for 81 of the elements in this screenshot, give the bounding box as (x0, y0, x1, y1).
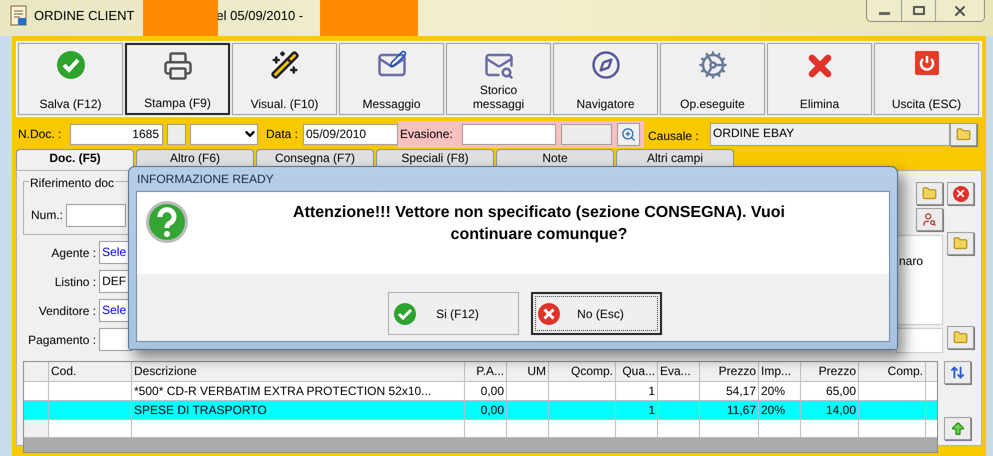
number-field[interactable] (66, 204, 126, 226)
evasion-extra-field[interactable] (561, 124, 612, 144)
table-cell: 54,17 (726, 384, 756, 398)
field-label: Causale : (648, 128, 700, 145)
printer-icon (162, 51, 192, 81)
field-label: Data : (266, 126, 300, 143)
remove-icon (952, 186, 968, 202)
magic-wand-icon (270, 50, 300, 80)
table-cell: 0,00 (480, 384, 504, 398)
toolbar-button[interactable]: Navigatore (553, 43, 658, 115)
table-cell: 1 (648, 403, 655, 417)
cancel-icon (537, 302, 561, 326)
field-label: Listino : (54, 274, 98, 290)
up-arrow-icon (950, 420, 966, 436)
folder-icon (956, 126, 971, 142)
evasion-date-field[interactable] (462, 124, 556, 144)
new-row[interactable] (24, 419, 937, 438)
toolbar-button[interactable]: Messaggio (339, 43, 444, 115)
window-title: ORDINE CLIENT (34, 7, 134, 25)
toolbar-button[interactable]: Storico messaggi (446, 43, 551, 115)
dropdown[interactable] (190, 124, 258, 144)
folder-button[interactable] (916, 182, 943, 205)
gear-icon (698, 50, 728, 80)
table-cell: 0,00 (480, 403, 504, 417)
field-label: N.Doc. : (18, 126, 62, 143)
check-icon (393, 302, 417, 326)
folder-icon (953, 330, 968, 345)
toolbar-button[interactable]: Elimina (767, 43, 872, 115)
notes-field[interactable]: naro (896, 235, 943, 325)
toolbar-button[interactable]: Uscita (ESC) (874, 43, 979, 115)
move-up-button[interactable] (944, 417, 971, 440)
document-number-field[interactable]: 1685 (70, 124, 163, 144)
folder-button[interactable] (947, 232, 974, 255)
maximize-button[interactable] (902, 0, 936, 21)
field-label: Num.: (31, 207, 64, 224)
folder-button[interactable] (947, 326, 974, 349)
table-cell: SPESE DI TRASPORTO (134, 403, 267, 417)
toolbar-button[interactable]: Op.eseguite (660, 43, 765, 115)
user-search-icon (922, 212, 937, 227)
toolbar-button[interactable]: Salva (F12) (18, 43, 123, 115)
remove-button[interactable] (947, 182, 974, 205)
dialog-button[interactable]: Si (F12) (388, 292, 519, 335)
check-icon (56, 50, 86, 80)
field-label: Pagamento : (27, 332, 98, 348)
field-label: Agente : (50, 244, 98, 262)
power-icon (914, 50, 940, 76)
zoom-in-button[interactable] (617, 122, 640, 146)
series-field[interactable] (167, 124, 186, 144)
table-cell: 14,00 (826, 403, 856, 417)
table-cell: 65,00 (826, 384, 856, 398)
field-label: Evasione: (400, 126, 454, 143)
dialog-button[interactable]: No (Esc) (531, 292, 662, 335)
dialog-title: INFORMAZIONE READY (136, 171, 275, 188)
move-button[interactable] (944, 361, 971, 384)
reason-field[interactable]: ORDINE EBAY (710, 122, 950, 146)
toolbar-button[interactable]: Visual. (F10) (232, 43, 337, 115)
table-row[interactable]: *500* CD-R VERBATIM EXTRA PROTECTION 52x10... 0,00 1 54,17 20% 65,00 (24, 381, 937, 400)
table-cell: 1 (648, 384, 655, 398)
folder-button[interactable] (950, 122, 977, 146)
table-cell: 20% (761, 403, 786, 417)
row-header[interactable] (24, 420, 49, 437)
text-field[interactable] (896, 328, 943, 353)
tab[interactable]: Doc. (F5) (16, 149, 134, 170)
toolbar-button[interactable]: Stampa (F9) (125, 43, 230, 115)
notes-text: naro (899, 254, 924, 268)
dialog-message: Attenzione!!! Vettore non specificato (sezione CONSEGNA). Vuoi continuare comunque? (292, 203, 786, 245)
date-field[interactable]: 05/09/2010 (303, 124, 398, 144)
question-icon (145, 200, 189, 244)
table-cell: 11,67 (726, 403, 756, 417)
close-button[interactable] (936, 0, 984, 21)
folder-icon (922, 186, 937, 201)
compass-icon (590, 50, 620, 80)
up-down-arrow-icon (950, 365, 965, 380)
table-cell: *500* CD-R VERBATIM EXTRA PROTECTION 52x10... (134, 384, 432, 398)
table-cell: 20% (761, 384, 786, 398)
user-search-button[interactable] (916, 208, 943, 231)
table-row[interactable]: SPESE DI TRASPORTO 0,00 1 11,67 20% 14,00 (24, 400, 937, 419)
folder-icon (953, 236, 968, 251)
minimize-button[interactable] (867, 0, 902, 21)
field-label: Venditore : (38, 302, 98, 320)
zoom-in-icon (621, 126, 636, 142)
